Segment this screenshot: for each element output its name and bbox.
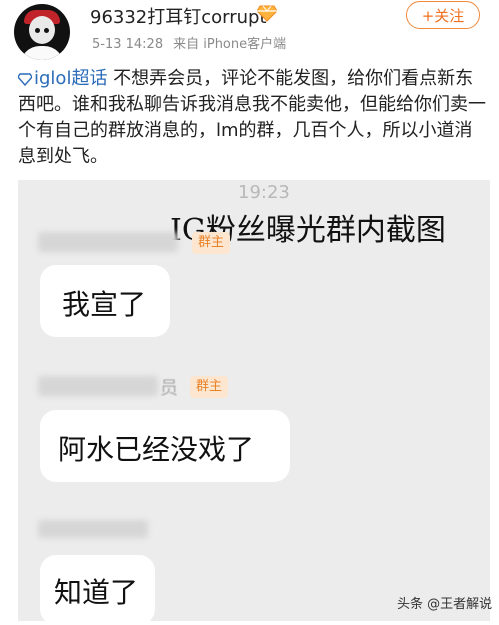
super-topic-icon <box>18 73 32 86</box>
chat-time: 19:23 <box>238 182 290 203</box>
chat-bubble: 我宣了 <box>40 265 170 337</box>
avatar-eye <box>35 28 40 33</box>
chat-message-text: 知道了 <box>54 576 139 609</box>
username[interactable]: 96332打耳钉corrupt <box>90 3 267 29</box>
post-meta: 5-13 14:28 来自 iPhone客户端 <box>92 33 286 52</box>
blurred-sender-name <box>38 520 148 538</box>
watermark: 头条 @王者解说 <box>397 597 493 612</box>
member-label: 员 <box>160 378 178 399</box>
avatar-eye <box>44 28 49 33</box>
role-badge: 群主 <box>192 232 230 254</box>
role-badge: 群主 <box>190 376 228 398</box>
blurred-sender-name <box>38 232 178 252</box>
super-topic-link[interactable]: iglol超话 <box>34 68 107 89</box>
post-date: 5-13 14:28 <box>92 37 164 52</box>
chat-message-text: 阿水已经没戏了 <box>58 433 255 466</box>
chat-bubble: 知道了 <box>40 555 155 625</box>
vip-diamond-icon <box>257 5 277 22</box>
post-source[interactable]: 来自 iPhone客户端 <box>173 37 286 52</box>
chat-bubble: 阿水已经没戏了 <box>40 410 290 482</box>
chat-message-text: 我宣了 <box>62 288 147 321</box>
post-body: iglol超话 不想弄会员，评论不能发图，给你们看点新东西吧。谁和我私聊告诉我消… <box>18 66 488 170</box>
blurred-sender-name <box>38 376 158 396</box>
avatar-shirt <box>20 46 64 60</box>
follow-button[interactable]: +关注 <box>406 1 480 29</box>
avatar[interactable] <box>14 4 70 60</box>
avatar-face <box>29 16 55 44</box>
